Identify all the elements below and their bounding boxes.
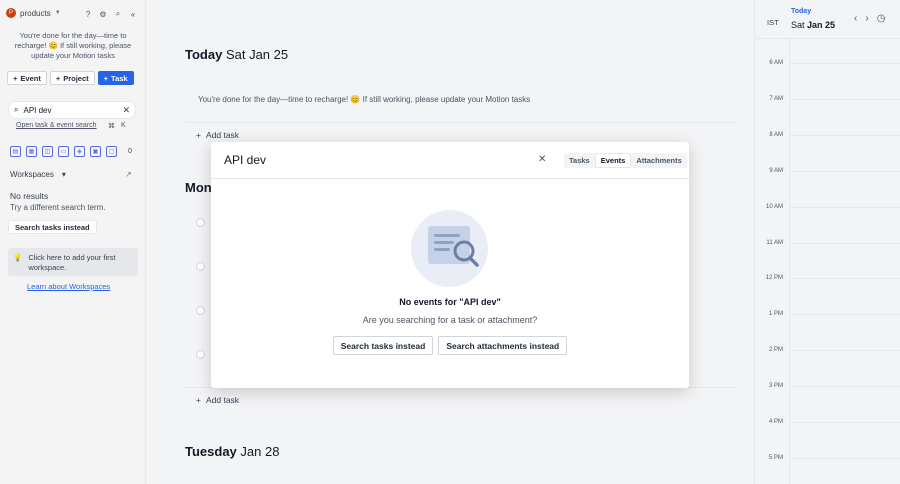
modal-search-input[interactable]: API dev [224,153,266,167]
search-tasks-instead-button[interactable]: Search tasks instead [332,336,434,355]
empty-state-title: No events for "API dev" [399,297,501,307]
tab-attachments[interactable]: Attachments [631,153,686,168]
tab-tasks[interactable]: Tasks [564,153,595,168]
search-modal: API dev ✕ Tasks Events Attachments No ev… [211,142,689,388]
search-type-tabs: Tasks Events Attachments [564,153,687,168]
empty-state-subtitle: Are you searching for a task or attachme… [362,315,538,325]
tab-events[interactable]: Events [594,153,632,168]
modal-header: API dev ✕ Tasks Events Attachments [211,142,689,179]
modal-actions: Search tasks instead Search attachments … [211,336,689,355]
search-attachments-instead-button[interactable]: Search attachments instead [438,336,568,355]
close-icon[interactable]: ✕ [538,154,546,165]
empty-search-illustration [411,210,488,287]
